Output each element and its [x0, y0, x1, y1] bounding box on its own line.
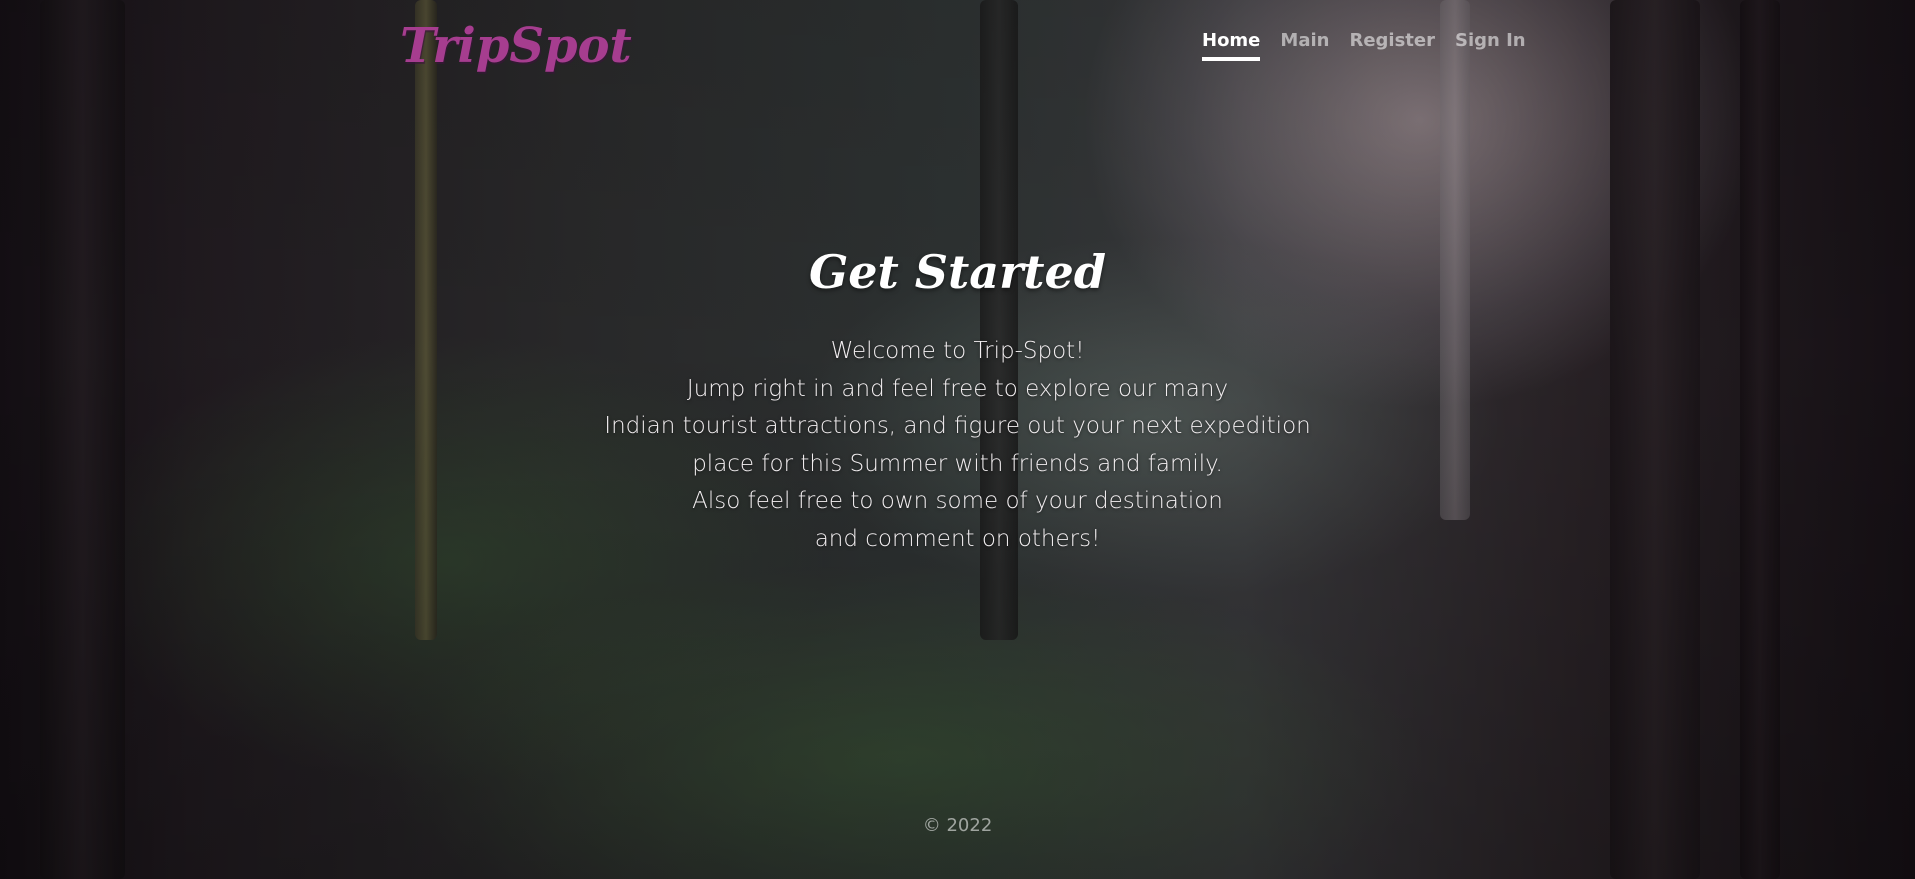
nav-link-register[interactable]: Register — [1349, 30, 1435, 61]
site-footer: © 2022 — [0, 815, 1915, 836]
site-header: TripSpot Home Main Register Sign In — [0, 0, 1915, 100]
hero-line: Welcome to Trip-Spot! — [830, 338, 1085, 364]
hero-line: Also feel free to own some of your desti… — [692, 488, 1223, 514]
hero-description: Welcome to Trip-Spot! Jump right in and … — [0, 333, 1915, 558]
nav-link-home[interactable]: Home — [1202, 30, 1261, 61]
hero-line: place for this Summer with friends and f… — [692, 450, 1223, 477]
main-nav: Home Main Register Sign In — [1202, 30, 1526, 61]
nav-link-sign-in[interactable]: Sign In — [1455, 30, 1526, 61]
hero-section: Get Started Welcome to Trip-Spot! Jump r… — [0, 245, 1915, 558]
hero-line: Indian tourist attractions, and figure o… — [604, 413, 1311, 439]
copyright-text: © 2022 — [922, 815, 993, 836]
hero-line: Jump right in and feel free to explore o… — [686, 375, 1229, 402]
nav-link-main[interactable]: Main — [1280, 30, 1329, 61]
page: TripSpot Home Main Register Sign In Get … — [0, 0, 1915, 879]
hero-title: Get Started — [808, 245, 1106, 299]
brand-logo[interactable]: TripSpot — [400, 18, 632, 74]
hero-line: and comment on others! — [814, 525, 1101, 552]
